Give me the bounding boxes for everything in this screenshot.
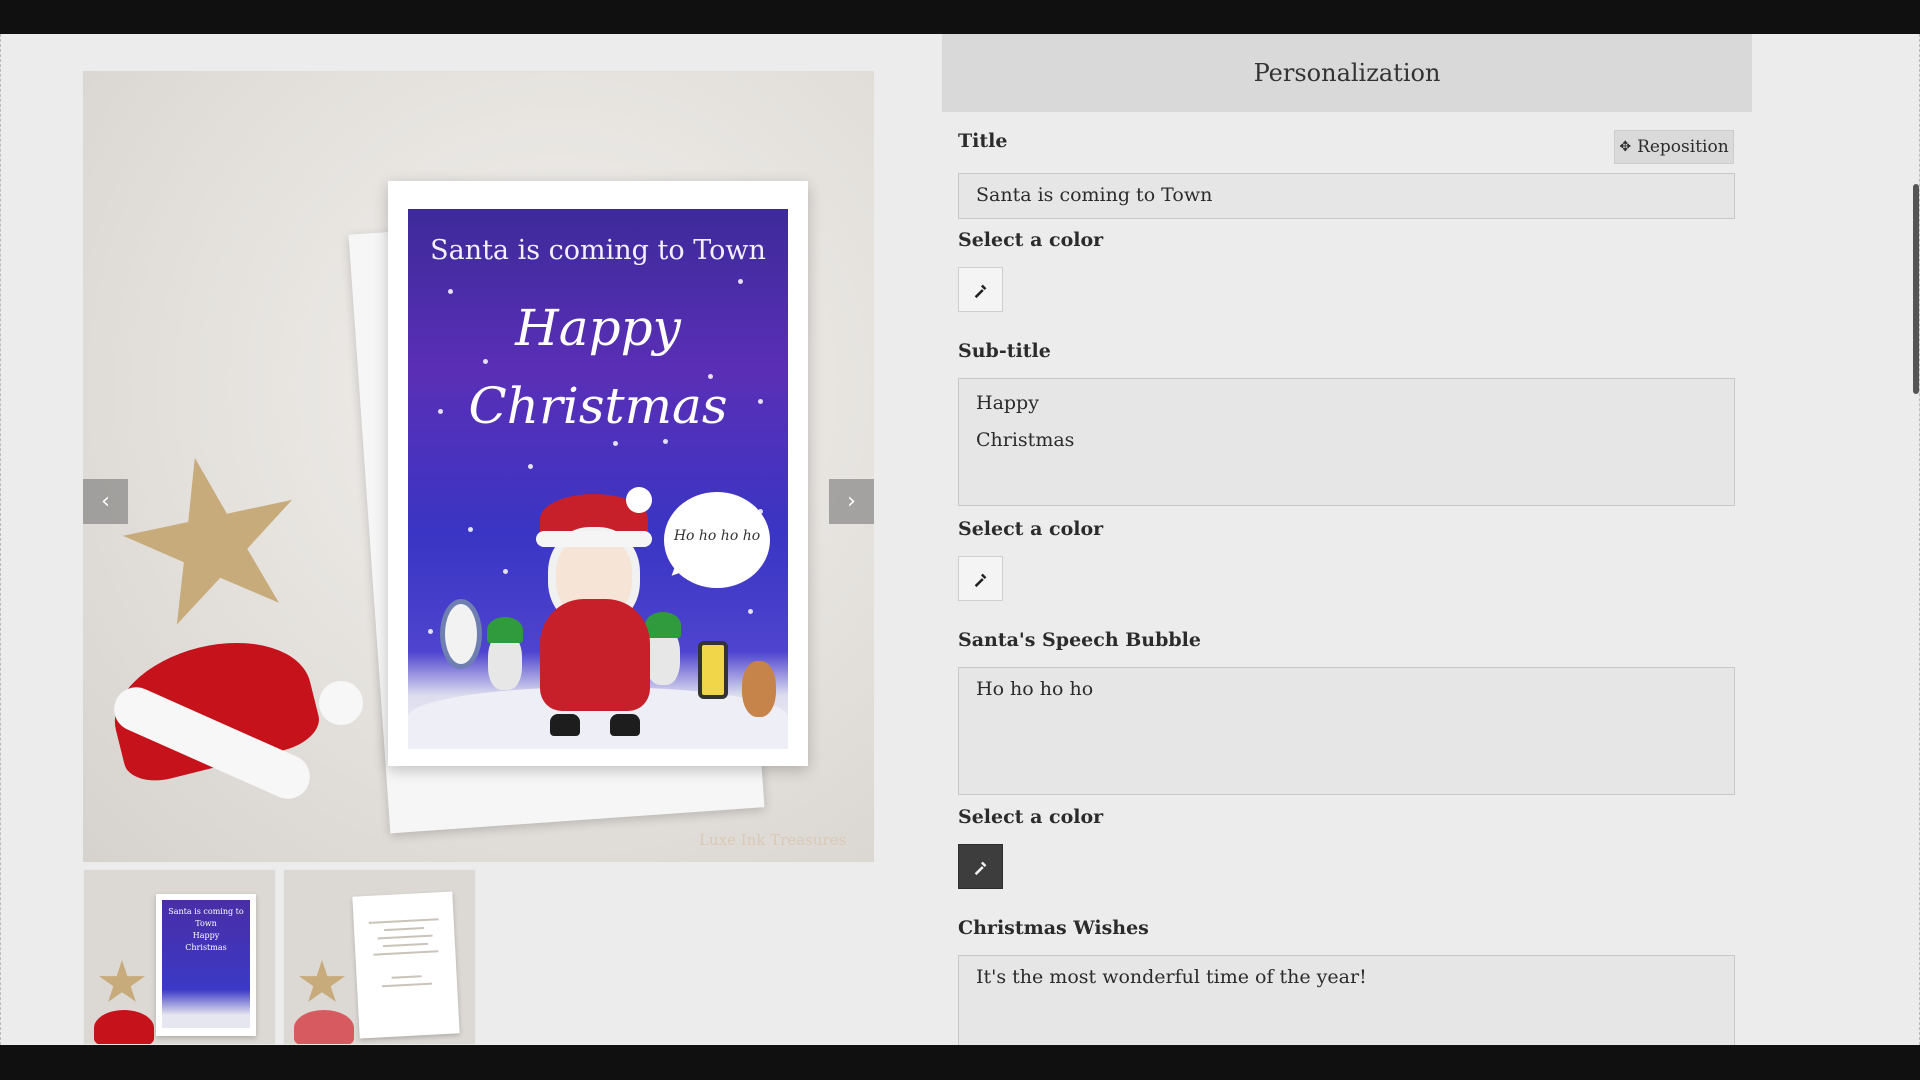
santa-hat-decoration [294, 1010, 354, 1044]
subtitle-textarea[interactable]: Happy Christmas [958, 378, 1735, 506]
text-line [372, 950, 438, 956]
gold-star-decoration [98, 960, 146, 1002]
text-line [391, 975, 422, 979]
elf-hat [487, 617, 523, 643]
text-line [382, 942, 428, 948]
chevron-right-icon: › [847, 489, 856, 514]
card-subtitle-text: Happy Christmas [468, 299, 728, 435]
christmas-wishes-textarea[interactable]: It's the most wonderful time of the year… [958, 955, 1735, 1045]
personalization-panel: Personalization Title ✥ Reposition Santa… [942, 34, 1752, 1045]
watermark-text: Luxe Ink Treasures [699, 831, 847, 849]
christmas-wishes-label: Christmas Wishes [958, 917, 1149, 939]
lantern-illustration [698, 641, 728, 699]
title-input[interactable]: Santa is coming to Town [958, 173, 1735, 219]
text-line [368, 918, 439, 924]
gingerbread-illustration [742, 661, 776, 717]
bottom-black-bar [0, 1045, 1920, 1080]
thumbnail-inside-text-lines [363, 912, 447, 994]
greeting-card: Santa is coming to Town Happy Christmas [388, 181, 808, 766]
title-color-label: Select a color [958, 229, 1104, 251]
eyedropper-icon [974, 573, 986, 587]
thumbnail-inside-card [352, 891, 460, 1039]
speech-bubble-text: Ho ho ho ho [673, 528, 761, 544]
speech-bubble-textarea[interactable]: Ho ho ho ho [958, 667, 1735, 795]
card-title-text: Santa is coming to Town [430, 235, 766, 266]
thumbnail-front[interactable]: Santa is coming to Town Happy Christmas [83, 869, 276, 1045]
prev-image-button[interactable]: ‹ [83, 479, 128, 524]
chevron-left-icon: ‹ [101, 489, 110, 514]
speech-bubble: Ho ho ho ho [664, 492, 770, 588]
title-color-picker[interactable] [958, 267, 1003, 312]
move-icon: ✥ [1619, 139, 1632, 155]
reposition-button[interactable]: ✥ Reposition [1614, 130, 1734, 164]
speech-bubble-label: Santa's Speech Bubble [958, 629, 1201, 651]
subtitle-color-picker[interactable] [958, 556, 1003, 601]
snowflake [738, 279, 743, 284]
santa-body [540, 599, 650, 711]
eyedropper-icon [974, 861, 986, 875]
santa-hat-pompom [319, 681, 363, 725]
title-label: Title [958, 130, 1008, 152]
snowflake [528, 464, 533, 469]
elf-hat [645, 612, 681, 638]
thumbnail-card-text: Santa is coming to Town Happy Christmas [168, 907, 244, 952]
page-scrollbar[interactable] [1913, 184, 1919, 394]
snowflake [748, 609, 753, 614]
speech-bubble-color-label: Select a color [958, 806, 1104, 828]
product-page: Santa is coming to Town Happy Christmas [0, 34, 1920, 1045]
thumbnail-card-artwork: Santa is coming to Town Happy Christmas [162, 900, 250, 1028]
santa-hat-trim [536, 531, 652, 547]
penguin-illustration [440, 599, 482, 669]
speech-bubble-color-picker[interactable] [958, 844, 1003, 889]
text-line [377, 934, 433, 940]
thumbnail-inside[interactable] [283, 869, 476, 1045]
snowflake [428, 629, 433, 634]
card-artwork: Santa is coming to Town Happy Christmas [408, 209, 788, 749]
product-preview-image: Santa is coming to Town Happy Christmas [83, 71, 874, 862]
santa-boot [610, 714, 640, 736]
text-line [384, 927, 425, 932]
snowflake [503, 569, 508, 574]
thumbnail-card: Santa is coming to Town Happy Christmas [156, 894, 256, 1036]
top-black-bar [0, 0, 1920, 34]
gold-star-decoration [107, 439, 319, 648]
panel-header: Personalization [942, 34, 1752, 112]
gold-star-decoration [298, 960, 346, 1002]
santa-boot [550, 714, 580, 736]
santa-hat-decoration [94, 1010, 154, 1044]
santa-pompom [626, 487, 652, 513]
subtitle-label: Sub-title [958, 340, 1051, 362]
next-image-button[interactable]: › [829, 479, 874, 524]
snowflake [468, 527, 473, 532]
subtitle-color-label: Select a color [958, 518, 1104, 540]
text-line [382, 982, 433, 988]
eyedropper-icon [974, 284, 986, 298]
reposition-label: Reposition [1637, 137, 1729, 157]
